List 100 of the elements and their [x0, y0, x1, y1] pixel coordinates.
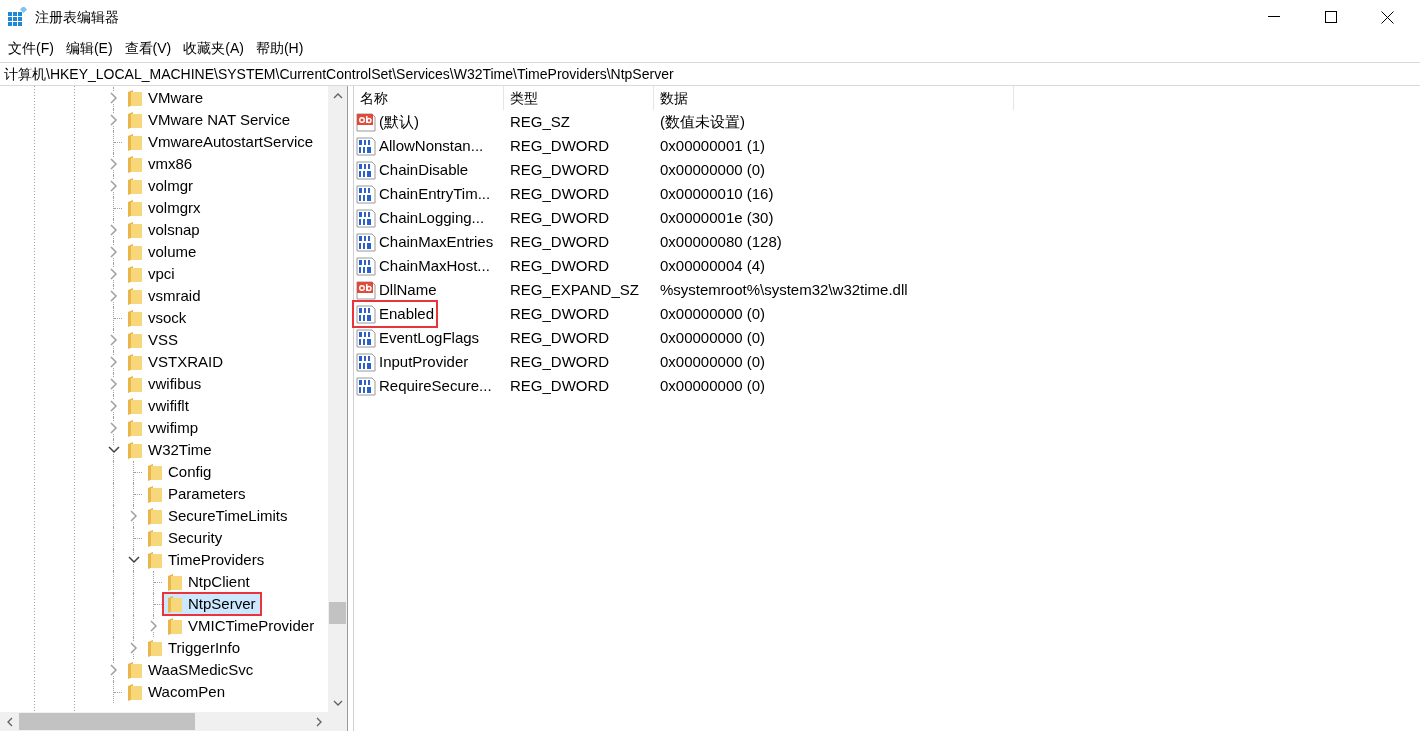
- folder-icon: [128, 155, 142, 173]
- menu-item[interactable]: 编辑(E): [59, 35, 119, 61]
- value-name[interactable]: ChainDisable: [354, 157, 471, 183]
- value-name[interactable]: ChainEntryTim...: [354, 181, 493, 207]
- tree-item[interactable]: vsock: [124, 308, 191, 328]
- menu-item[interactable]: 查看(V): [118, 35, 178, 61]
- expand-arrow-icon[interactable]: [130, 510, 138, 522]
- value-data: (数值未设置): [659, 111, 745, 132]
- column-header[interactable]: 类型: [504, 86, 654, 110]
- minimize-icon: [1267, 16, 1280, 18]
- value-type: REG_EXPAND_SZ: [509, 279, 639, 300]
- value-type: REG_DWORD: [509, 159, 610, 180]
- tree-item[interactable]: NtpServer: [164, 594, 260, 614]
- expand-arrow-icon[interactable]: [110, 290, 118, 302]
- expand-arrow-icon[interactable]: [110, 268, 118, 280]
- tree-item[interactable]: vwifimp: [124, 418, 202, 438]
- tree-item[interactable]: WacomPen: [124, 682, 229, 702]
- collapse-arrow-icon[interactable]: [128, 556, 140, 564]
- folder-icon: [128, 111, 142, 129]
- tree-item[interactable]: vwifibus: [124, 374, 206, 394]
- expand-arrow-icon[interactable]: [110, 246, 118, 258]
- collapse-arrow-icon[interactable]: [108, 446, 120, 454]
- value-type: REG_DWORD: [509, 303, 610, 324]
- tree-item[interactable]: vmx86: [124, 154, 197, 174]
- expand-arrow-icon[interactable]: [130, 642, 138, 654]
- tree-item[interactable]: vwififlt: [124, 396, 193, 416]
- folder-icon: [148, 463, 162, 481]
- tree-item[interactable]: Security: [144, 528, 227, 548]
- value-name[interactable]: RequireSecure...: [354, 373, 494, 399]
- expand-arrow-icon[interactable]: [110, 224, 118, 236]
- tree-item[interactable]: W32Time: [124, 440, 216, 460]
- tree-item[interactable]: VmwareAutostartService: [124, 132, 318, 152]
- tree-item[interactable]: Parameters: [144, 484, 250, 504]
- window-title: 注册表编辑器: [35, 7, 119, 27]
- value-type: REG_DWORD: [509, 351, 610, 372]
- expand-arrow-icon[interactable]: [110, 180, 118, 192]
- tree-item[interactable]: Config: [144, 462, 216, 482]
- value-type: REG_DWORD: [509, 375, 610, 396]
- folder-icon: [128, 199, 142, 217]
- expand-arrow-icon[interactable]: [110, 356, 118, 368]
- menu-item[interactable]: 收藏夹(A): [177, 35, 250, 61]
- value-type: REG_DWORD: [509, 207, 610, 228]
- value-name[interactable]: InputProvider: [354, 349, 471, 375]
- folder-icon: [168, 595, 182, 613]
- folder-icon: [128, 221, 142, 239]
- folder-icon: [128, 331, 142, 349]
- value-type: REG_DWORD: [509, 183, 610, 204]
- value-name[interactable]: ChainMaxEntries: [354, 229, 496, 255]
- tree-item[interactable]: TimeProviders: [144, 550, 269, 570]
- value-name[interactable]: (默认): [354, 109, 421, 135]
- scrollbar-thumb[interactable]: [329, 602, 346, 624]
- tree-item[interactable]: VMICTimeProvider: [164, 616, 319, 636]
- tree-item[interactable]: VSTXRAID: [124, 352, 227, 372]
- tree-item[interactable]: WaaSMedicSvc: [124, 660, 258, 680]
- tree-item[interactable]: NtpClient: [164, 572, 254, 592]
- folder-icon: [128, 353, 142, 371]
- folder-icon: [128, 683, 142, 701]
- expand-arrow-icon[interactable]: [110, 158, 118, 170]
- tree-item[interactable]: vpci: [124, 264, 179, 284]
- column-header[interactable]: 名称: [354, 86, 504, 110]
- expand-arrow-icon[interactable]: [150, 620, 158, 632]
- expand-arrow-icon[interactable]: [110, 664, 118, 676]
- expand-arrow-icon[interactable]: [110, 114, 118, 126]
- value-name[interactable]: ChainLogging...: [354, 205, 487, 231]
- folder-icon: [168, 573, 182, 591]
- tree-item[interactable]: volmgrx: [124, 198, 205, 218]
- address-field[interactable]: 计算机\HKEY_LOCAL_MACHINE\SYSTEM\CurrentControlSet\Services\W32Time\TimeProviders\NtpServer: [4, 66, 674, 82]
- value-data: 0x00000001 (1): [659, 135, 766, 156]
- menu-item[interactable]: 帮助(H): [249, 35, 310, 61]
- expand-arrow-icon[interactable]: [110, 422, 118, 434]
- tree-item[interactable]: VMware: [124, 88, 207, 108]
- menu-item[interactable]: 文件(F): [2, 35, 60, 61]
- expand-arrow-icon[interactable]: [110, 400, 118, 412]
- folder-icon: [148, 551, 162, 569]
- tree-item[interactable]: TriggerInfo: [144, 638, 244, 658]
- scrollbar-thumb[interactable]: [19, 713, 195, 730]
- value-data: 0x0000001e (30): [659, 207, 774, 228]
- value-name[interactable]: Enabled: [354, 301, 437, 327]
- value-name[interactable]: AllowNonstan...: [354, 133, 486, 159]
- tree-item[interactable]: VMware NAT Service: [124, 110, 294, 130]
- tree-item[interactable]: VSS: [124, 330, 182, 350]
- value-data: 0x00000000 (0): [659, 327, 766, 348]
- tree-item[interactable]: SecureTimeLimits: [144, 506, 292, 526]
- expand-arrow-icon[interactable]: [110, 92, 118, 104]
- folder-icon: [148, 507, 162, 525]
- value-name[interactable]: ChainMaxHost...: [354, 253, 492, 279]
- folder-icon: [148, 529, 162, 547]
- expand-arrow-icon[interactable]: [110, 378, 118, 390]
- value-type: REG_DWORD: [509, 135, 610, 156]
- maximize-icon: [1324, 11, 1337, 23]
- tree-item[interactable]: volmgr: [124, 176, 197, 196]
- value-name[interactable]: DllName: [354, 277, 439, 303]
- expand-arrow-icon[interactable]: [110, 334, 118, 346]
- folder-icon: [168, 617, 182, 635]
- column-header[interactable]: 数据: [654, 86, 1014, 110]
- tree-item[interactable]: volume: [124, 242, 201, 262]
- value-name[interactable]: EventLogFlags: [354, 325, 482, 351]
- folder-icon: [128, 309, 142, 327]
- tree-item[interactable]: volsnap: [124, 220, 204, 240]
- tree-item[interactable]: vsmraid: [124, 286, 205, 306]
